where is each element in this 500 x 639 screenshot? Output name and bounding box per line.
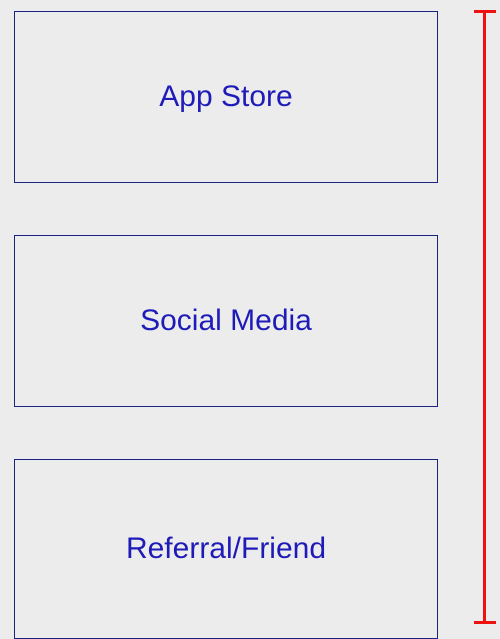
option-app-store-button[interactable]: App Store <box>14 11 438 183</box>
scroll-indicator-line <box>483 10 486 624</box>
option-label: Social Media <box>140 304 312 337</box>
option-referral-friend-button[interactable]: Referral/Friend <box>14 459 438 639</box>
option-label: App Store <box>159 80 293 113</box>
option-label: Referral/Friend <box>125 532 327 565</box>
scroll-indicator[interactable] <box>474 10 496 624</box>
option-list: App Store Social Media Referral/Friend <box>14 11 438 639</box>
option-social-media-button[interactable]: Social Media <box>14 235 438 407</box>
scroll-indicator-bottom-cap <box>474 621 496 624</box>
